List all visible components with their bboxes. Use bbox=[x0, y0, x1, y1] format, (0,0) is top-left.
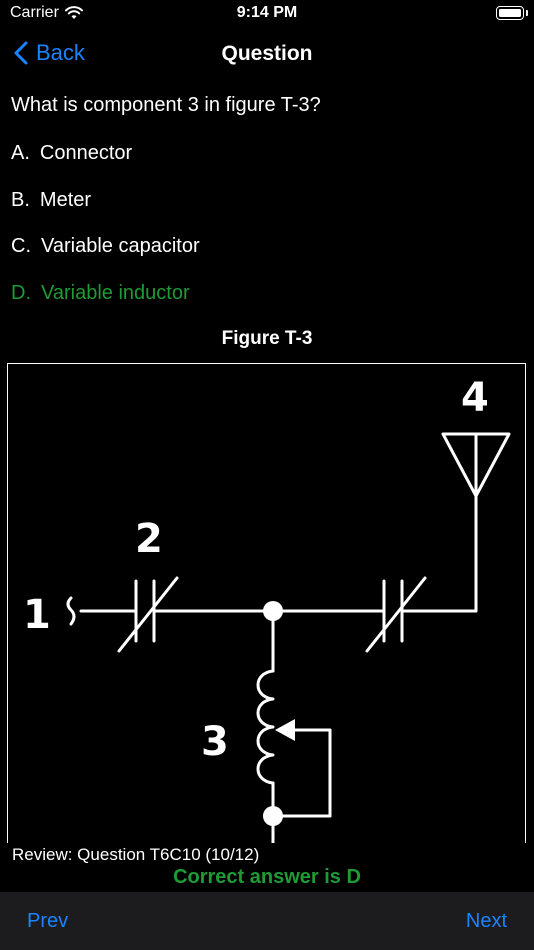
answer-letter: B. bbox=[11, 189, 30, 211]
junction-top bbox=[263, 601, 283, 621]
bottom-toolbar: Prev Next bbox=[0, 892, 534, 950]
circuit-diagram: 1 2 3 4 bbox=[23, 375, 511, 843]
answer-option-b[interactable]: B. Meter bbox=[11, 189, 91, 212]
answer-letter: D. bbox=[11, 282, 31, 304]
correct-answer-message: Correct answer is D bbox=[173, 866, 361, 888]
battery-icon bbox=[496, 6, 524, 20]
component-label-4: 4 bbox=[461, 375, 489, 421]
answer-text: Variable capacitor bbox=[41, 235, 200, 257]
prev-button[interactable]: Prev bbox=[27, 910, 68, 933]
input-break-symbol bbox=[66, 596, 76, 626]
battery-nub bbox=[525, 10, 528, 16]
answer-text: Meter bbox=[39, 189, 92, 211]
battery-level bbox=[499, 9, 521, 17]
answer-option-c[interactable]: C. Variable capacitor bbox=[11, 235, 200, 258]
question-text: What is component 3 in figure T-3? bbox=[11, 94, 321, 116]
component-label-1: 1 bbox=[23, 592, 51, 638]
inductor-3-coil bbox=[256, 669, 275, 785]
capacitor-right-arrow bbox=[365, 576, 427, 653]
answer-text: Connector bbox=[39, 142, 133, 164]
answer-text: Variable inductor bbox=[41, 282, 190, 304]
next-button[interactable]: Next bbox=[466, 910, 507, 933]
capacitor-2-arrow bbox=[117, 576, 179, 653]
review-status: Review: Question T6C10 (10/12) bbox=[12, 845, 260, 864]
answer-option-d[interactable]: D. Variable inductor bbox=[11, 282, 190, 305]
answer-letter: C. bbox=[11, 235, 31, 257]
component-label-3: 3 bbox=[201, 719, 229, 765]
component-label-2: 2 bbox=[135, 516, 163, 562]
answer-letter: A. bbox=[11, 142, 30, 164]
answer-option-a[interactable]: A. Connector bbox=[11, 142, 132, 165]
circuit-figure: 1 2 3 4 bbox=[7, 363, 526, 843]
junction-bottom bbox=[263, 806, 283, 826]
inductor-tap-arrow bbox=[275, 719, 295, 741]
navigation-bar: Back Question bbox=[0, 30, 534, 80]
status-time: 9:14 PM bbox=[236, 4, 298, 21]
status-bar: Carrier 9:14 PM bbox=[0, 0, 534, 30]
page-title: Question bbox=[221, 42, 313, 65]
figure-title: Figure T-3 bbox=[221, 328, 313, 349]
